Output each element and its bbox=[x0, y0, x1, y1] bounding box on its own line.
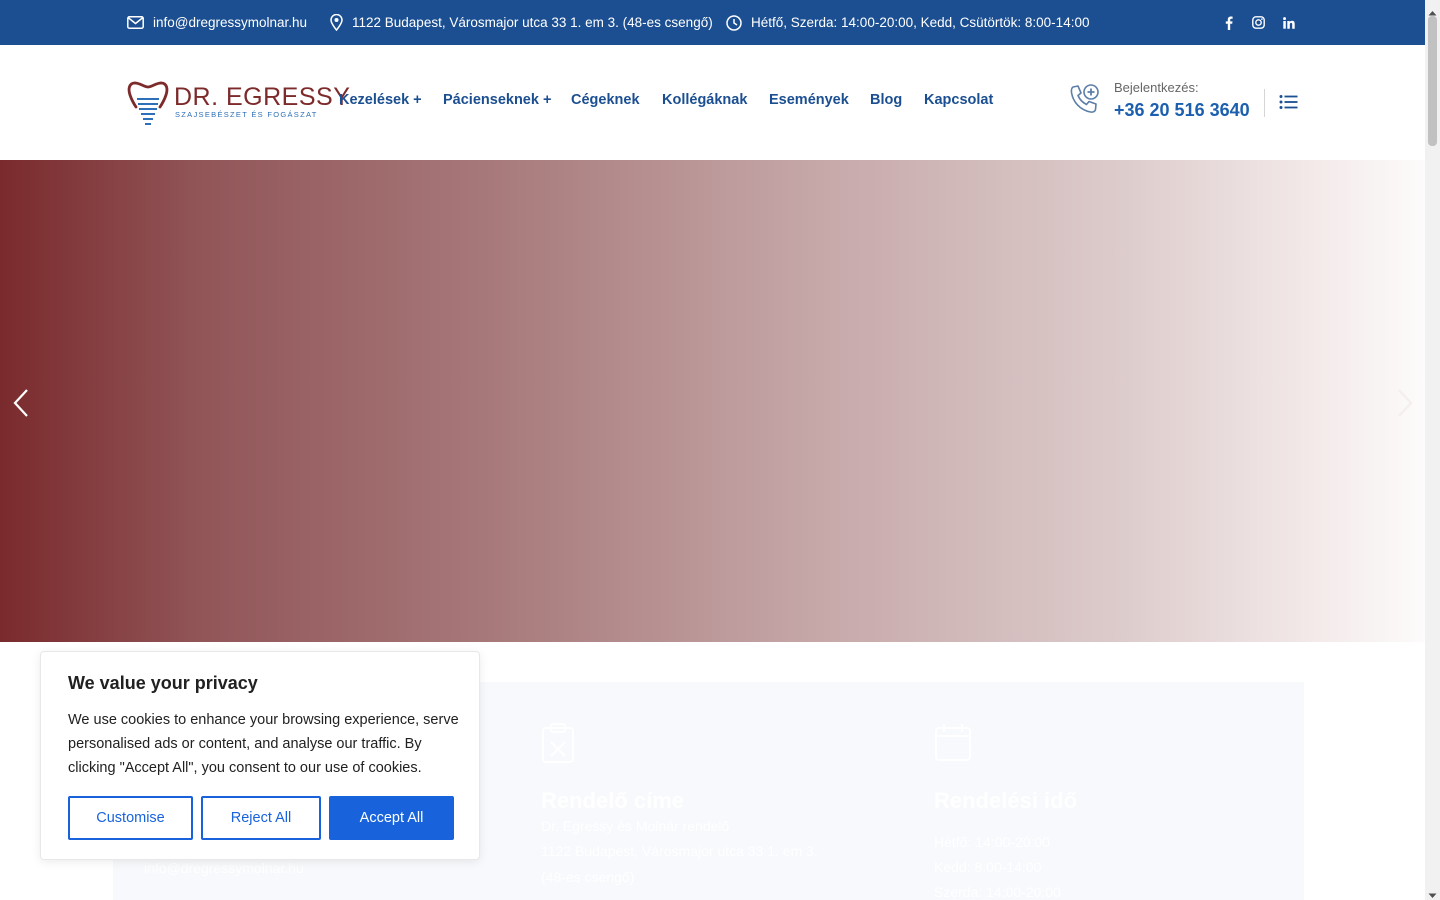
map-pin-icon bbox=[330, 14, 343, 31]
logo-name: DR. EGRESSY bbox=[174, 83, 351, 111]
clipboard-icon bbox=[541, 722, 575, 769]
info-address-line1: Dr. Egressy és Molnár rendelő bbox=[541, 818, 730, 834]
topbar-email[interactable]: info@dregressymolnar.hu bbox=[127, 0, 307, 45]
login-label: Bejelentkezés: bbox=[1114, 80, 1199, 95]
customise-button[interactable]: Customise bbox=[68, 796, 193, 840]
nav-item-esemenyek[interactable]: Események bbox=[769, 92, 849, 108]
instagram-icon[interactable] bbox=[1247, 0, 1269, 45]
info-hours-line3: Szerda: 14:00-20:00 bbox=[934, 884, 1061, 900]
medical-phone-icon bbox=[1067, 83, 1101, 122]
info-address-line2: 1122 Budapest, Városmajor utca 33 1. em … bbox=[541, 843, 818, 859]
topbar-email-text: info@dregressymolnar.hu bbox=[153, 15, 308, 30]
list-menu-icon[interactable] bbox=[1279, 94, 1299, 110]
nav-item-cegeknek[interactable]: Cégeknek bbox=[571, 92, 640, 108]
accept-all-button[interactable]: Accept All bbox=[329, 796, 454, 840]
info-address-title: Rendelő címe bbox=[541, 788, 685, 813]
page-scrollbar[interactable] bbox=[1425, 0, 1440, 900]
info-hours-line2: Kedd: 8:00-14:00 bbox=[934, 859, 1042, 875]
chevron-left-icon bbox=[13, 389, 28, 417]
nav-item-kollegaknak[interactable]: Kollégáknak bbox=[662, 92, 747, 108]
topbar-address: 1122 Budapest, Városmajor utca 33 1. em … bbox=[330, 0, 713, 45]
topbar-hours-text: Hétfő, Szerda: 14:00-20:00, Kedd, Csütör… bbox=[751, 15, 1090, 30]
topbar-hours: Hétfő, Szerda: 14:00-20:00, Kedd, Csütör… bbox=[726, 0, 1089, 45]
header-divider bbox=[1264, 89, 1265, 117]
main-header: DR. EGRESSY SZAJSEBÉSZET ÉS FOGÁSZAT Kez… bbox=[0, 45, 1425, 160]
site-logo[interactable]: DR. EGRESSY SZAJSEBÉSZET ÉS FOGÁSZAT bbox=[127, 78, 350, 128]
cookie-description: We use cookies to enhance your browsing … bbox=[68, 712, 459, 776]
chevron-right-icon bbox=[1398, 389, 1413, 417]
slider-prev-button[interactable] bbox=[10, 388, 34, 418]
cookie-consent-popup: We value your privacy We use cookies to … bbox=[40, 651, 480, 860]
info-email: info@dregressymolnar.hu bbox=[144, 860, 304, 876]
topbar-address-text: 1122 Budapest, Városmajor utca 33 1. em … bbox=[352, 15, 713, 30]
cookie-title: We value your privacy bbox=[68, 673, 258, 693]
linkedin-icon[interactable] bbox=[1278, 0, 1300, 45]
scroll-down-arrow-icon[interactable] bbox=[1428, 886, 1437, 900]
logo-subtitle: SZAJSEBÉSZET ÉS FOGÁSZAT bbox=[175, 110, 318, 119]
info-address-line3: (48-es csengő) bbox=[541, 869, 635, 885]
nav-item-pacienseknek[interactable]: Páciens­eknek + bbox=[443, 92, 551, 108]
clock-icon bbox=[726, 14, 742, 31]
reject-all-button[interactable]: Reject All bbox=[201, 796, 321, 840]
nav-item-kezelesek[interactable]: Kezelések + bbox=[339, 92, 422, 108]
nav-item-kapcsolat[interactable]: Kapcsolat bbox=[924, 92, 993, 108]
tooth-implant-logo-icon bbox=[127, 81, 169, 125]
facebook-icon[interactable] bbox=[1218, 0, 1240, 45]
top-info-bar: info@dregressymolnar.hu 1122 Budapest, V… bbox=[0, 0, 1425, 45]
scroll-thumb[interactable] bbox=[1428, 16, 1437, 146]
calendar-icon bbox=[934, 722, 972, 767]
phone-number-link[interactable]: +36 20 516 3640 bbox=[1114, 100, 1250, 121]
info-hours-title: Rendelési idő bbox=[934, 788, 1078, 813]
info-hours-line1: Hétfő: 14:00-20:00 bbox=[934, 834, 1050, 850]
hero-slider bbox=[0, 160, 1425, 642]
envelope-icon bbox=[127, 16, 144, 29]
nav-item-blog[interactable]: Blog bbox=[870, 92, 902, 108]
slider-next-button[interactable] bbox=[1392, 388, 1416, 418]
